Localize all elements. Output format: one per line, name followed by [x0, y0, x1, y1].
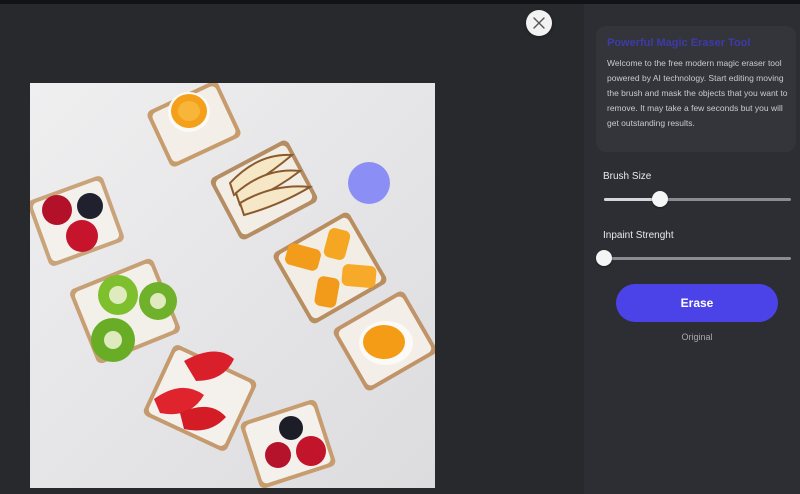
erase-button[interactable]: Erase: [616, 284, 778, 322]
brush-size-label: Brush Size: [603, 171, 652, 182]
close-icon: [533, 17, 545, 29]
info-card: Powerful Magic Eraser Tool Welcome to th…: [596, 26, 796, 152]
info-description: Welcome to the free modern magic eraser …: [607, 58, 788, 128]
inpaint-strength-thumb[interactable]: [596, 250, 612, 266]
close-button[interactable]: [526, 10, 552, 36]
brush-cursor: [348, 162, 390, 204]
brush-size-slider[interactable]: [604, 191, 791, 207]
editable-photo[interactable]: [30, 83, 435, 488]
inpaint-strength-label: Inpaint Strenght: [603, 230, 674, 241]
food-photo: [30, 83, 435, 488]
brush-size-thumb[interactable]: [652, 191, 669, 207]
inpaint-strength-slider[interactable]: [596, 250, 791, 266]
info-title: Powerful Magic Eraser Tool: [607, 37, 751, 49]
original-link[interactable]: Original: [616, 332, 778, 342]
